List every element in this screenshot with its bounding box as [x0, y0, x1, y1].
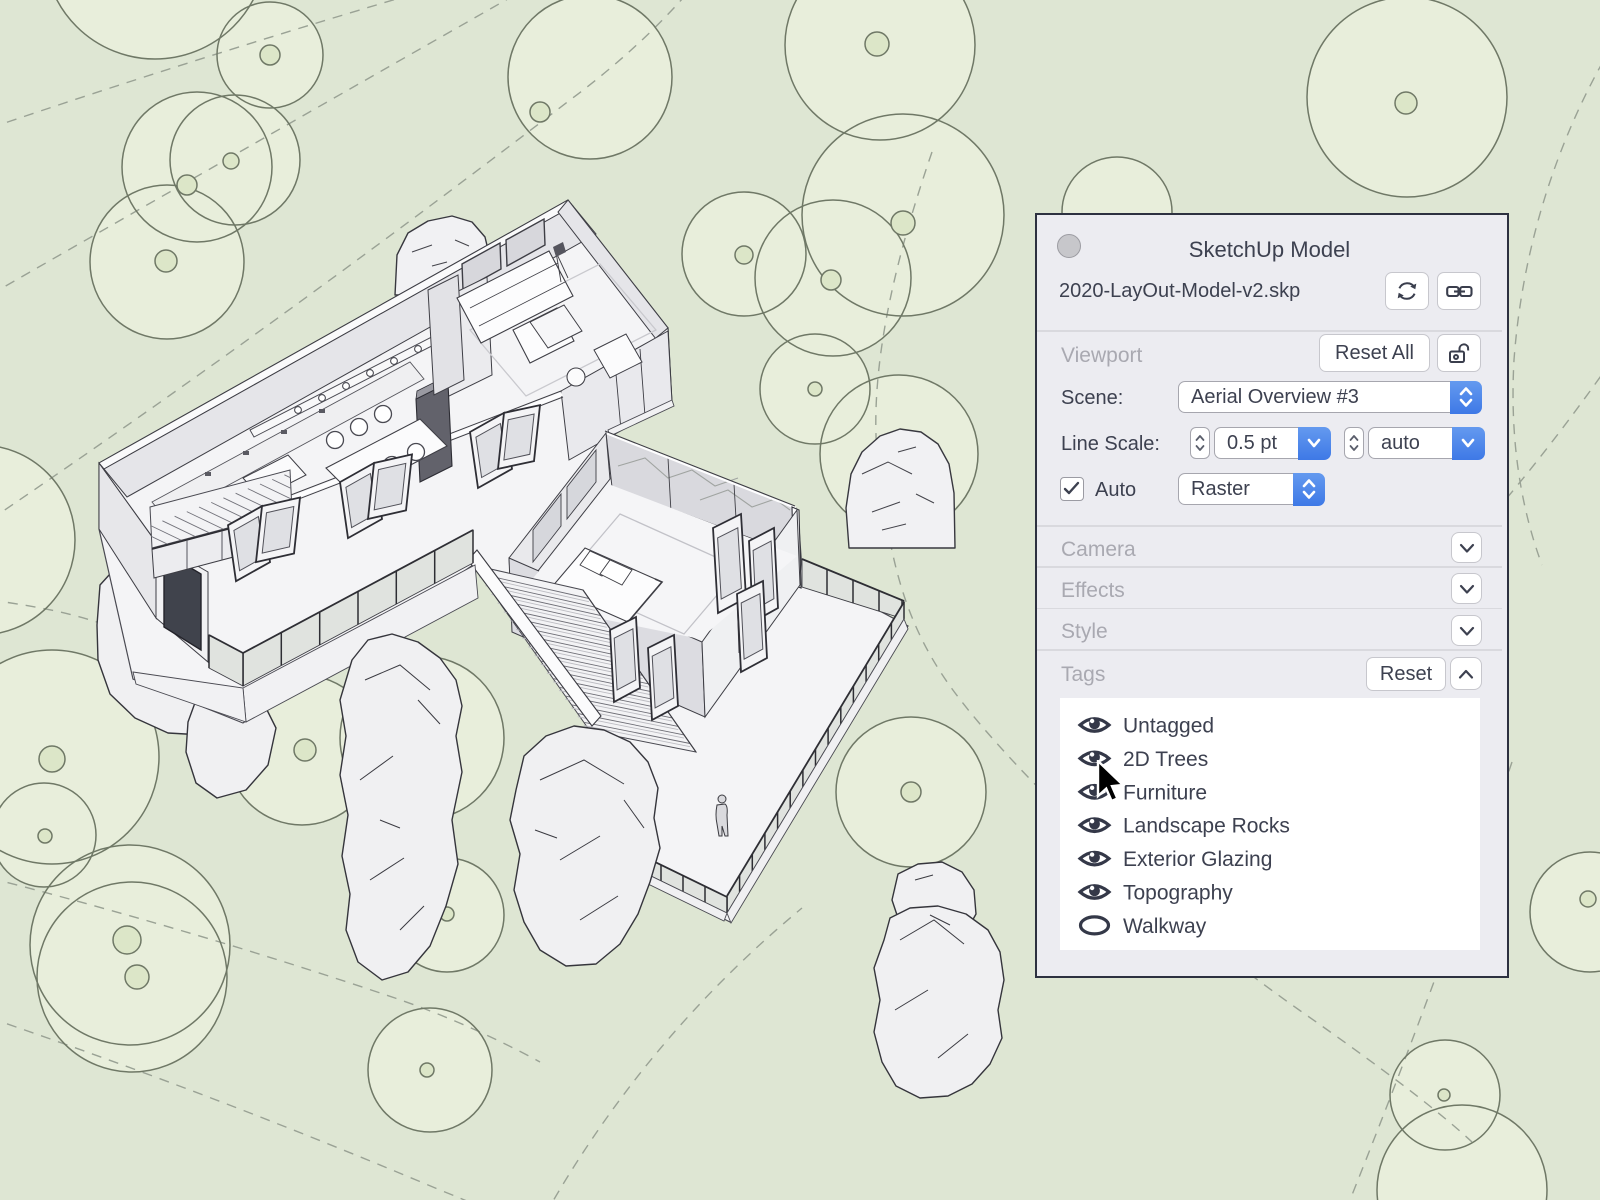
- svg-text:Untagged: Untagged: [1123, 715, 1214, 738]
- svg-text:Furniture: Furniture: [1123, 781, 1207, 804]
- svg-text:Landscape Rocks: Landscape Rocks: [1123, 815, 1290, 838]
- svg-text:Walkway: Walkway: [1123, 915, 1207, 938]
- svg-text:Topography: Topography: [1123, 882, 1233, 905]
- svg-text:Exterior Glazing: Exterior Glazing: [1123, 848, 1272, 871]
- svg-text:2D Trees: 2D Trees: [1123, 748, 1208, 771]
